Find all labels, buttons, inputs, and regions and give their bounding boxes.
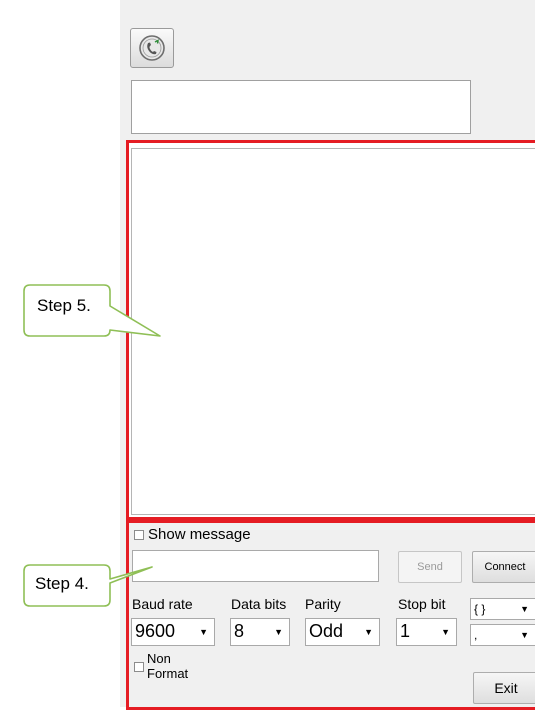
step5-callout-text: Step 5. — [37, 296, 91, 315]
step5-callout — [23, 284, 161, 607]
step4-callout-text: Step 4. — [35, 574, 89, 593]
